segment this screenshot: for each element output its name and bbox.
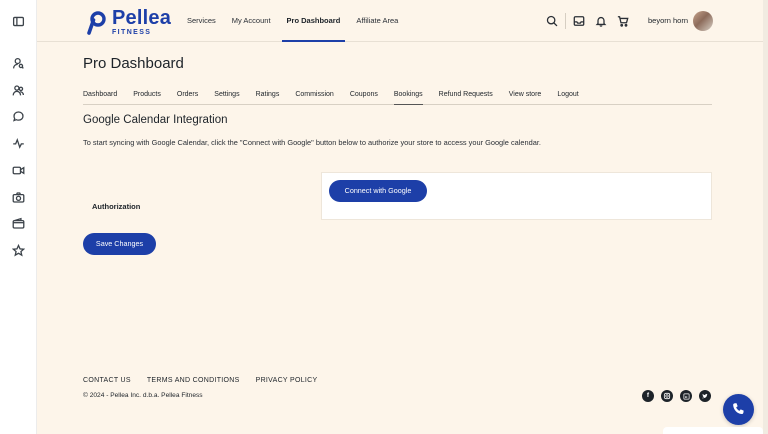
call-button[interactable] <box>723 394 754 425</box>
nav-pro-dashboard[interactable]: Pro Dashboard <box>281 0 346 42</box>
authorization-label: Authorization <box>92 202 141 211</box>
section-title: Google Calendar Integration <box>83 114 228 126</box>
site-header: Pellea FITNESS Services My Account Pro D… <box>37 0 763 42</box>
twitter-icon[interactable] <box>699 390 711 402</box>
wallet-icon[interactable] <box>10 215 26 231</box>
connect-with-google-button[interactable]: Connect with Google <box>329 180 427 202</box>
header-icons <box>545 13 630 29</box>
tab-settings[interactable]: Settings <box>214 87 239 104</box>
phone-icon <box>733 403 744 415</box>
dashboard-tabs: Dashboard Products Orders Settings Ratin… <box>83 87 712 105</box>
user-search-icon[interactable] <box>10 55 26 71</box>
activity-icon[interactable] <box>10 135 26 151</box>
chat-icon[interactable] <box>10 108 26 124</box>
page-title: Pro Dashboard <box>83 55 184 72</box>
instagram-icon[interactable] <box>661 390 673 402</box>
bell-icon[interactable] <box>594 14 608 28</box>
footer-links: CONTACT US TERMS AND CONDITIONS PRIVACY … <box>83 377 334 384</box>
sidebar-toggle-icon[interactable] <box>10 13 26 29</box>
scrollbar-track[interactable] <box>763 0 768 434</box>
users-icon[interactable] <box>10 82 26 98</box>
username[interactable]: beyorn horn <box>648 16 688 25</box>
search-icon[interactable] <box>545 14 559 28</box>
star-icon[interactable] <box>10 242 26 258</box>
cart-icon[interactable] <box>616 14 630 28</box>
logo-text: Pellea FITNESS <box>112 8 171 36</box>
inbox-icon[interactable] <box>572 14 586 28</box>
facebook-icon[interactable]: f <box>642 390 654 402</box>
tab-refund-requests[interactable]: Refund Requests <box>439 87 493 104</box>
pellea-logo-mark <box>87 11 106 35</box>
tab-logout[interactable]: Logout <box>557 87 578 104</box>
logo-subtitle: FITNESS <box>112 29 152 36</box>
tab-view-store[interactable]: View store <box>509 87 542 104</box>
tab-dashboard[interactable]: Dashboard <box>83 87 117 104</box>
logo-name: Pellea <box>112 7 172 29</box>
tab-orders[interactable]: Orders <box>177 87 198 104</box>
camera-icon[interactable] <box>10 189 26 205</box>
footer-contact-us[interactable]: CONTACT US <box>83 377 131 384</box>
linkedin-icon[interactable] <box>680 390 692 402</box>
tab-products[interactable]: Products <box>133 87 161 104</box>
left-rail <box>0 0 37 434</box>
integration-description: To start syncing with Google Calendar, c… <box>83 138 541 147</box>
tab-commission[interactable]: Commission <box>295 87 334 104</box>
footer-privacy[interactable]: PRIVACY POLICY <box>256 377 318 384</box>
nav-affiliate-area[interactable]: Affiliate Area <box>356 0 398 42</box>
save-changes-button[interactable]: Save Changes <box>83 233 156 255</box>
main-nav: Services My Account Pro Dashboard Affili… <box>187 0 414 42</box>
nav-services[interactable]: Services <box>187 0 216 42</box>
social-links: f <box>642 390 718 402</box>
tab-coupons[interactable]: Coupons <box>350 87 378 104</box>
video-icon[interactable] <box>10 162 26 178</box>
tab-ratings[interactable]: Ratings <box>256 87 280 104</box>
footer-terms[interactable]: TERMS AND CONDITIONS <box>147 377 240 384</box>
avatar[interactable] <box>693 11 713 31</box>
copyright: © 2024 - Pellea Inc. d.b.a. Pellea Fitne… <box>83 392 203 399</box>
pellea-logo[interactable]: Pellea FITNESS <box>84 8 171 36</box>
header-divider <box>565 13 566 29</box>
chat-widget-edge[interactable] <box>663 427 763 434</box>
nav-my-account[interactable]: My Account <box>232 0 271 42</box>
tab-bookings[interactable]: Bookings <box>393 87 423 105</box>
